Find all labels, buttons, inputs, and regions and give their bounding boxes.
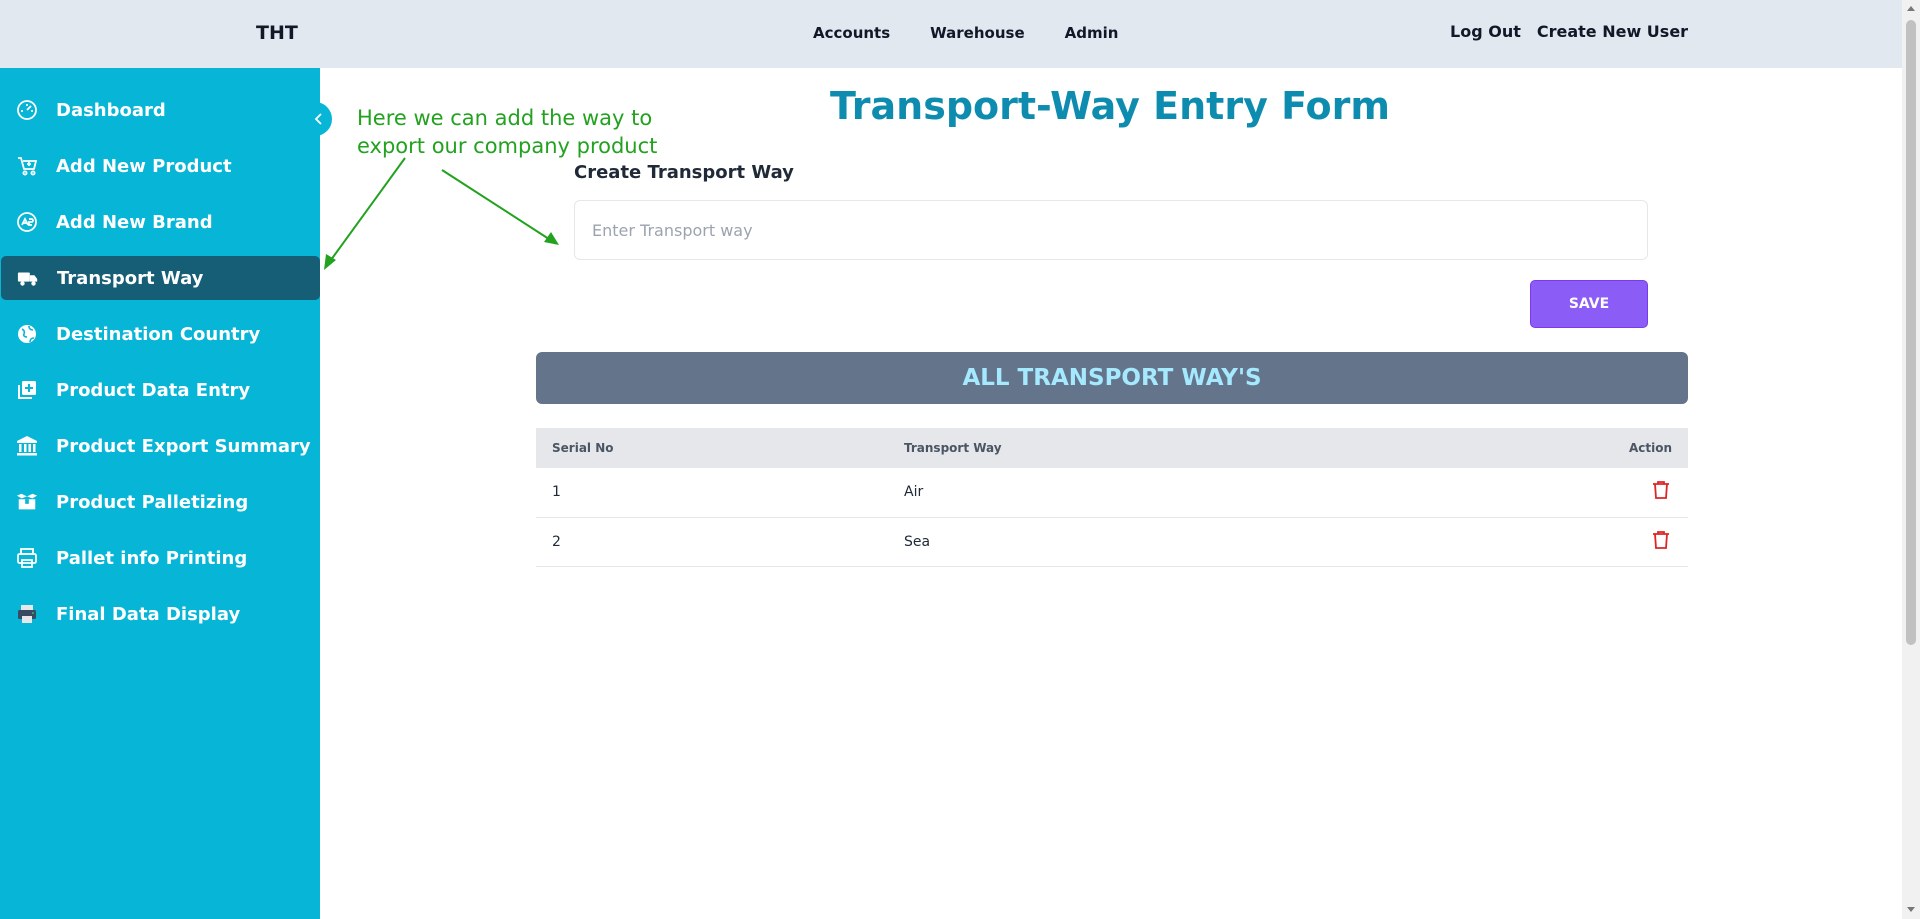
sidebar-item-product-palletizing[interactable]: Product Palletizing xyxy=(0,480,320,524)
column-header-transport-way: Transport Way xyxy=(888,428,1395,468)
page-title: Transport-Way Entry Form xyxy=(830,84,1390,128)
sidebar-item-label: Transport Way xyxy=(57,267,204,289)
logout-link[interactable]: Log Out xyxy=(1450,22,1521,41)
delete-button[interactable] xyxy=(1652,480,1670,504)
add-box-icon xyxy=(16,379,38,401)
table-header-row: Serial No Transport Way Action xyxy=(536,428,1688,468)
sidebar-item-transport-way[interactable]: Transport Way xyxy=(1,256,320,300)
sidebar-item-destination-country[interactable]: Destination Country xyxy=(0,312,320,356)
top-navbar: THT Accounts Warehouse Admin Log Out Cre… xyxy=(0,0,1902,68)
scroll-thumb[interactable] xyxy=(1906,20,1916,645)
truck-icon xyxy=(17,267,39,289)
column-header-serial: Serial No xyxy=(536,428,888,468)
create-new-user-link[interactable]: Create New User xyxy=(1537,22,1688,41)
sidebar-item-label: Dashboard xyxy=(56,99,166,121)
sidebar-item-label: Product Data Entry xyxy=(56,379,251,401)
globe-icon xyxy=(16,323,38,345)
top-nav-links: Accounts Warehouse Admin xyxy=(813,24,1118,42)
printer-icon xyxy=(16,547,38,569)
nav-admin[interactable]: Admin xyxy=(1065,24,1119,42)
sidebar-item-product-data-entry[interactable]: Product Data Entry xyxy=(0,368,320,412)
sidebar-item-pallet-info-printing[interactable]: Pallet info Printing xyxy=(0,536,320,580)
table-row: 1 Air xyxy=(536,468,1688,518)
sidebar-item-label: Product Export Summary xyxy=(56,435,311,457)
cart-plus-icon xyxy=(16,155,38,177)
gauge-icon xyxy=(16,99,38,121)
table-row: 2 Sea xyxy=(536,517,1688,567)
transport-list-header: ALL TRANSPORT WAY'S xyxy=(536,352,1688,404)
sidebar-collapse-button[interactable] xyxy=(306,102,332,136)
transport-way-label: Create Transport Way xyxy=(574,162,794,183)
trash-icon xyxy=(1653,481,1669,500)
sidebar-item-label: Product Palletizing xyxy=(56,491,249,513)
cell-transport-way: Air xyxy=(888,468,1395,518)
sidebar-item-label: Add New Product xyxy=(56,155,232,177)
sidebar-item-final-data-display[interactable]: Final Data Display xyxy=(0,592,320,636)
sidebar-item-dashboard[interactable]: Dashboard xyxy=(0,88,320,132)
scroll-down-arrow[interactable] xyxy=(1907,907,1915,912)
nav-warehouse[interactable]: Warehouse xyxy=(930,24,1024,42)
transport-way-input[interactable] xyxy=(574,200,1648,260)
trash-icon xyxy=(1653,530,1669,549)
cell-action xyxy=(1394,468,1688,518)
scroll-up-arrow[interactable] xyxy=(1907,6,1915,11)
annotation-note: Here we can add the way to export our co… xyxy=(357,104,657,160)
bank-icon xyxy=(16,435,38,457)
transport-way-table: Serial No Transport Way Action 1 Air 2 S… xyxy=(536,428,1688,567)
sidebar-item-add-new-product[interactable]: Add New Product xyxy=(0,144,320,188)
sidebar-item-label: Pallet info Printing xyxy=(56,547,248,569)
printer-filled-icon xyxy=(16,603,38,625)
delete-button[interactable] xyxy=(1652,530,1670,554)
cell-serial: 1 xyxy=(536,468,888,518)
cell-transport-way: Sea xyxy=(888,517,1395,567)
brand-logo[interactable]: THT xyxy=(256,22,298,44)
nav-accounts[interactable]: Accounts xyxy=(813,24,890,42)
sidebar-item-add-new-brand[interactable]: Add New Brand xyxy=(0,200,320,244)
annotation-line-2: export our company product xyxy=(357,134,658,158)
page-scrollbar[interactable] xyxy=(1902,0,1920,919)
sidebar-item-product-export-summary[interactable]: Product Export Summary xyxy=(0,424,320,468)
save-button[interactable]: SAVE xyxy=(1530,280,1648,328)
top-right-links: Log Out Create New User xyxy=(1450,22,1688,41)
sidebar: Dashboard Add New Product Add New Brand … xyxy=(0,68,320,919)
sidebar-item-label: Add New Brand xyxy=(56,211,213,233)
column-header-action: Action xyxy=(1394,428,1688,468)
sidebar-item-label: Final Data Display xyxy=(56,603,241,625)
package-icon xyxy=(16,491,38,513)
cell-serial: 2 xyxy=(536,517,888,567)
chevron-left-icon xyxy=(314,113,322,125)
cell-action xyxy=(1394,517,1688,567)
sidebar-item-label: Destination Country xyxy=(56,323,261,345)
brand-badge-icon xyxy=(16,211,38,233)
annotation-line-1: Here we can add the way to xyxy=(357,106,653,130)
